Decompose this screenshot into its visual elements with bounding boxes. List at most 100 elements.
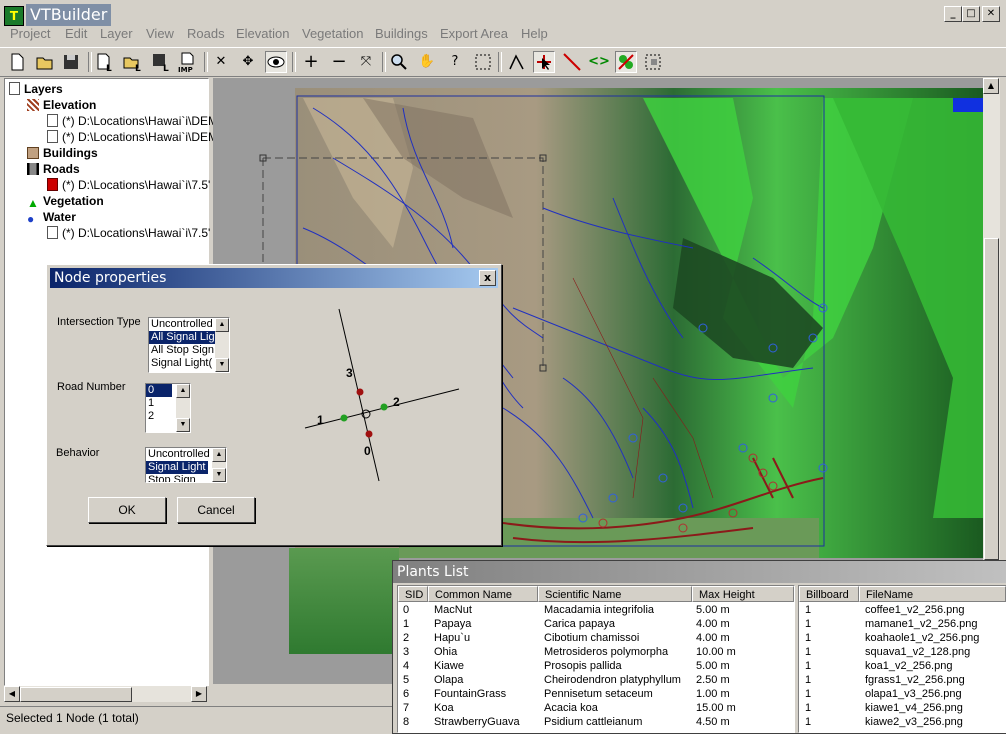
list-item-selected[interactable]: Signal Light [146,461,208,474]
table-cell[interactable]: kiawe2_v3_256.png [865,715,963,729]
table-cell[interactable]: Prosopis pallida [544,659,622,673]
menu-help[interactable]: Help [521,26,548,41]
table-cell[interactable]: 1 [805,645,811,659]
column-header-max-height[interactable]: Max Height [692,586,794,602]
table-cell[interactable]: 1 [805,631,811,645]
table-cell[interactable]: coffee1_v2_256.png [865,603,965,617]
tree-horizontal-scrollbar[interactable]: ◀ ▶ [4,686,207,702]
menu-edit[interactable]: Edit [65,26,87,41]
tree-group-buildings[interactable]: Buildings [27,145,98,161]
table-cell[interactable]: Macadamia integrifolia [544,603,654,617]
scroll-thumb[interactable] [20,687,132,702]
scroll-down-arrow-icon[interactable]: ▼ [176,418,190,432]
scroll-up-arrow-icon[interactable]: ▲ [212,448,226,462]
table-cell[interactable]: Carica papaya [544,617,615,631]
table-cell[interactable]: 1.00 m [696,687,730,701]
menu-layer[interactable]: Layer [100,26,133,41]
plants-table[interactable]: SID Common Name Scientific Name Max Heig… [397,585,795,733]
road-node-1[interactable] [340,414,348,422]
table-cell[interactable]: 6 [403,687,409,701]
table-cell[interactable]: Olapa [434,673,463,687]
table-cell[interactable]: FountainGrass [434,687,506,701]
visibility-eye-icon[interactable] [265,51,287,73]
close-button[interactable]: ✕ [982,6,1000,22]
table-cell[interactable]: Metrosideros polymorpha [544,645,668,659]
table-cell[interactable]: 4.00 m [696,631,730,645]
road-node-3[interactable] [356,388,364,396]
new-layer-icon[interactable]: L [94,51,116,74]
table-cell[interactable]: MacNut [434,603,472,617]
maximize-button[interactable]: □ [962,6,980,22]
table-cell[interactable]: 7 [403,701,409,715]
menu-export-area[interactable]: Export Area [440,26,508,41]
road-node-2[interactable] [380,403,388,411]
select-node-icon[interactable] [533,51,555,73]
column-header-filename[interactable]: FileName [859,586,1006,602]
scroll-down-arrow-icon[interactable]: ▼ [215,358,229,372]
column-header-scientific-name[interactable]: Scientific Name [538,586,692,602]
table-cell[interactable]: 5 [403,673,409,687]
zoom-in-icon[interactable]: + [300,51,322,73]
menu-elevation[interactable]: Elevation [236,26,289,41]
scroll-up-arrow-icon[interactable]: ▲ [983,78,999,94]
dialog-close-icon[interactable]: x [479,270,496,286]
table-cell[interactable]: 0 [403,603,409,617]
road-number-list[interactable]: 0 1 2 ▲ ▼ [145,383,191,433]
ok-button[interactable]: OK [88,497,166,523]
scroll-up-arrow-icon[interactable]: ▲ [176,384,190,398]
scroll-thumb[interactable] [984,238,999,560]
export-icon[interactable] [642,51,664,73]
table-cell[interactable]: olapa1_v3_256.png [865,687,962,701]
table-cell[interactable]: 1 [805,603,811,617]
save-layer-icon[interactable]: L [150,51,172,74]
table-cell[interactable]: 1 [403,617,409,631]
open-icon[interactable] [34,51,56,73]
tree-group-water[interactable]: ● Water [27,209,76,225]
table-cell[interactable]: koahaole1_v2_256.png [865,631,979,645]
table-cell[interactable]: Psidium cattleianum [544,715,642,729]
scroll-up-arrow-icon[interactable]: ▲ [215,318,229,332]
road-node-0[interactable] [365,430,373,438]
table-cell[interactable]: Acacia koa [544,701,598,715]
delete-icon[interactable]: ✕ [210,51,232,73]
scroll-left-arrow-icon[interactable]: ◀ [4,686,20,702]
table-cell[interactable]: 1 [805,617,811,631]
menu-vegetation[interactable]: Vegetation [302,26,363,41]
distance-icon[interactable] [561,51,583,73]
edit-road-icon[interactable] [506,51,528,73]
table-cell[interactable]: 4.50 m [696,715,730,729]
table-cell[interactable]: 5.00 m [696,603,730,617]
tree-group-vegetation[interactable]: ▲ Vegetation [27,193,104,209]
scroll-right-arrow-icon[interactable]: ▶ [191,686,207,702]
table-cell[interactable]: 4.00 m [696,617,730,631]
table-cell[interactable]: kiawe1_v4_256.png [865,701,963,715]
menu-buildings[interactable]: Buildings [375,26,428,41]
table-cell[interactable]: 1 [805,673,811,687]
tree-group-roads[interactable]: Roads [27,161,80,177]
tree-item-water-1[interactable]: (*) D:\Locations\Hawai`i\7.5' [47,225,210,241]
zoom-all-icon[interactable]: ⤧ [355,51,377,73]
behavior-list[interactable]: Uncontrolled Signal Light Stop Sign ▲ ▼ [145,447,227,483]
column-header-common-name[interactable]: Common Name [428,586,538,602]
table-cell[interactable]: 2.50 m [696,673,730,687]
table-cell[interactable]: 15.00 m [696,701,736,715]
table-cell[interactable]: 4 [403,659,409,673]
table-cell[interactable]: Hapu`u [434,631,470,645]
vegetation-icon[interactable] [615,51,637,73]
table-cell[interactable]: 8 [403,715,409,729]
tree-item-roads-1[interactable]: (*) D:\Locations\Hawai`i\7.5' [47,177,210,193]
table-cell[interactable]: Pennisetum setaceum [544,687,653,701]
map-vertical-scrollbar[interactable]: ▲ [983,78,1000,563]
menu-roads[interactable]: Roads [187,26,225,41]
minimize-button[interactable]: _ [944,6,962,22]
table-cell[interactable]: Ohia [434,645,457,659]
table-cell[interactable]: koa1_v2_256.png [865,659,952,673]
open-layer-icon[interactable]: L [122,51,144,74]
tree-root[interactable]: Layers [9,81,63,97]
table-cell[interactable]: Kiawe [434,659,464,673]
table-cell[interactable]: fgrass1_v2_256.png [865,673,965,687]
cancel-button[interactable]: Cancel [177,497,255,523]
table-cell[interactable]: 1 [805,701,811,715]
menu-view[interactable]: View [146,26,174,41]
table-cell[interactable]: squava1_v2_128.png [865,645,970,659]
